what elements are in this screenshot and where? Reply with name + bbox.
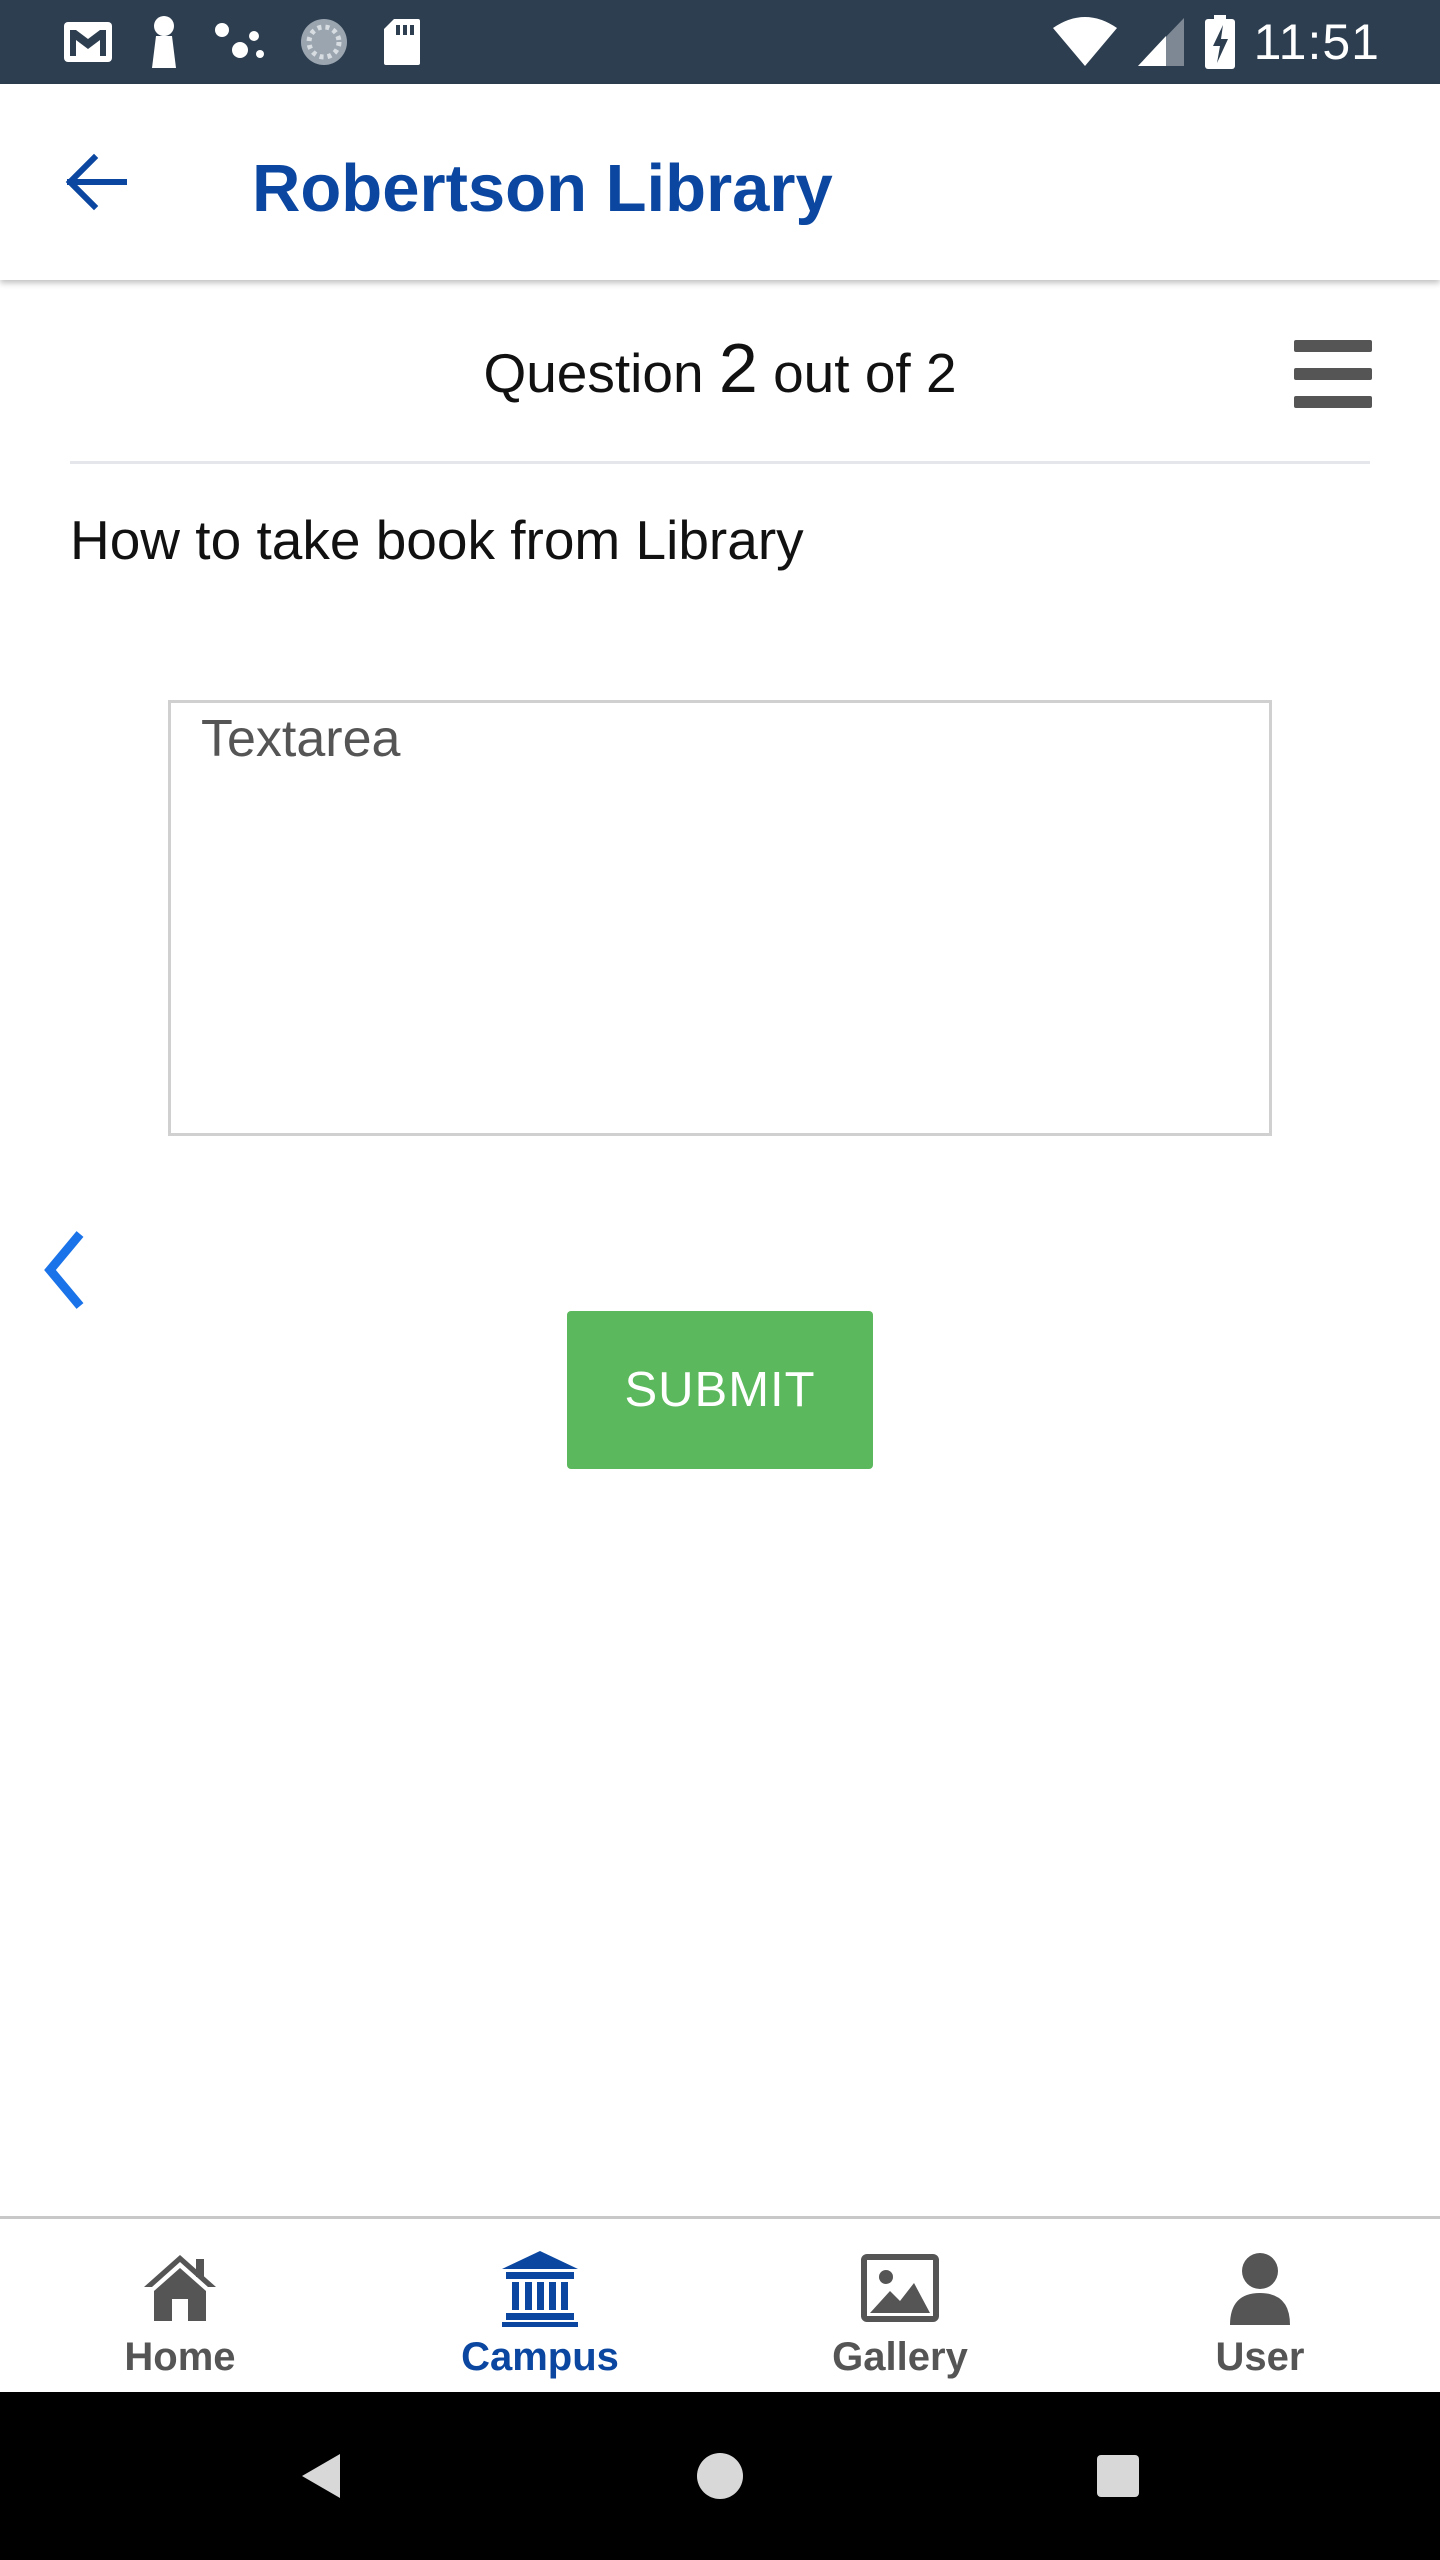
divider — [70, 461, 1370, 464]
nav-label-gallery: Gallery — [832, 2335, 968, 2379]
sd-card-icon — [384, 19, 420, 65]
nav-item-gallery[interactable]: Gallery — [720, 2219, 1080, 2395]
wifi-icon — [1052, 17, 1117, 66]
bottom-nav: Home Campus Gallery User — [0, 2216, 1440, 2395]
question-current-number: 2 — [718, 329, 758, 407]
recents-square-icon[interactable] — [1090, 2448, 1146, 2504]
status-time: 11:51 — [1253, 14, 1380, 70]
user-icon — [1230, 2253, 1290, 2325]
page-title: Robertson Library — [252, 151, 833, 226]
arrow-left-icon[interactable] — [62, 148, 130, 216]
nav-item-campus[interactable]: Campus — [360, 2219, 720, 2395]
home-circle-icon[interactable] — [692, 2448, 748, 2504]
dots-icon — [215, 23, 264, 58]
nav-label-campus: Campus — [461, 2335, 619, 2379]
hamburger-icon[interactable] — [1294, 340, 1372, 408]
question-text: How to take book from Library — [70, 509, 804, 571]
nav-item-home[interactable]: Home — [0, 2219, 360, 2395]
nav-item-user[interactable]: User — [1080, 2219, 1440, 2395]
campus-icon — [502, 2251, 578, 2327]
question-counter: Question 2 out of 2 — [0, 328, 1440, 408]
battery-charging-icon — [1204, 15, 1235, 69]
chevron-left-icon[interactable] — [36, 1228, 92, 1312]
nav-label-user: User — [1215, 2335, 1305, 2379]
gmail-icon — [64, 22, 112, 62]
notification-icons — [62, 14, 422, 70]
keyhole-icon — [152, 16, 176, 68]
question-total: out of 2 — [773, 342, 957, 404]
system-nav-bar — [0, 2392, 1440, 2560]
nav-label-home: Home — [124, 2335, 236, 2379]
system-status-icons: 11:51 — [1052, 14, 1380, 70]
signal-icon — [1137, 18, 1184, 66]
answer-textarea[interactable] — [168, 700, 1272, 1136]
status-bar: 11:51 — [0, 0, 1440, 84]
submit-button[interactable]: SUBMIT — [567, 1311, 873, 1469]
home-icon — [144, 2255, 216, 2321]
app-bar: Robertson Library — [0, 84, 1440, 280]
gallery-icon — [861, 2254, 939, 2322]
question-header: Question 2 out of 2 — [0, 320, 1440, 420]
sync-icon — [301, 19, 347, 65]
question-prefix: Question — [483, 342, 704, 404]
back-triangle-icon[interactable] — [294, 2448, 350, 2504]
